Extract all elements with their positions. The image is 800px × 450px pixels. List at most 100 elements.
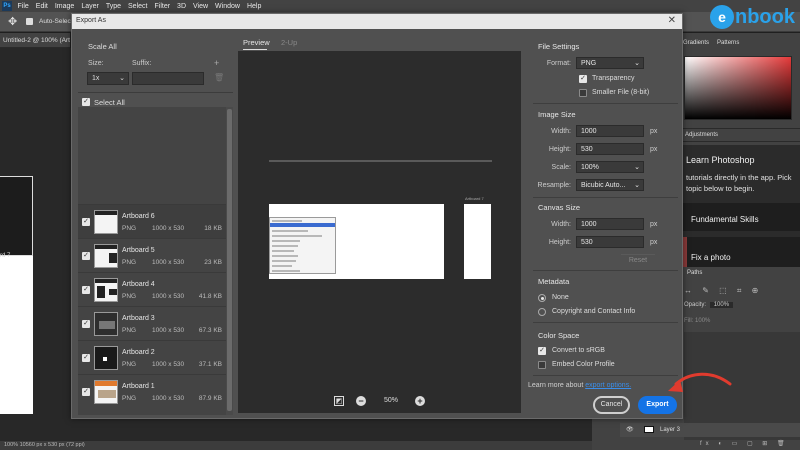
learn-more-text: Learn more about export options. [528,382,631,389]
convert-srgb-checkbox[interactable]: ✓ [538,347,546,355]
artboard-row[interactable]: ✓ Artboard 5 PNG 1000 x 530 23 KB [78,238,226,272]
artboard-checkbox[interactable]: ✓ [82,286,90,294]
photoshop-logo-icon: Ps [2,1,12,11]
settings-panel: File Settings Format: PNG ⌄ ✓ Transparen… [533,35,678,415]
move-tool-icon[interactable]: ✥ [8,16,20,28]
reset-button[interactable]: Reset [621,254,655,265]
menu-bar: Ps File Edit Image Layer Type Select Fil… [0,0,800,12]
artboard-row[interactable]: ✓ Artboard 4 PNG 1000 x 530 41.8 KB [78,272,226,306]
learn-panel: Learn Photoshop tutorials directly in th… [683,145,800,267]
artboard-row[interactable]: ✓ Artboard 6 PNG 1000 x 530 18 KB [78,204,226,238]
suffix-input[interactable] [132,72,204,85]
artboard-row[interactable]: ✓ Artboard 2 PNG 1000 x 530 37.1 KB [78,340,226,374]
canvas-width-label: Width: [551,221,571,228]
fit-to-view-icon[interactable]: ◩ [334,396,344,406]
menu-type[interactable]: Type [102,3,124,10]
artboard-name: Artboard 4 [122,281,155,288]
document-tab[interactable]: Untitled-2 @ 100% (Art [0,33,70,48]
learn-card-fix-photo[interactable]: Fix a photo [683,237,800,267]
menu-window[interactable]: Window [212,3,244,10]
export-options-link[interactable]: export options. [585,382,631,389]
smaller-file-checkbox[interactable] [579,89,587,97]
menu-filter[interactable]: Filter [151,3,174,10]
artboard-dimensions: 1000 x 530 [152,395,185,402]
tab-paths[interactable]: Paths [687,270,702,276]
metadata-none-radio[interactable] [538,294,546,302]
artboard-row[interactable]: ✓ Artboard 1 PNG 1000 x 530 87.9 KB [78,374,226,408]
width-input[interactable]: 1000 [576,125,644,137]
menu-select[interactable]: Select [125,3,151,10]
cancel-button[interactable]: Cancel [593,396,630,414]
preview-canvas[interactable]: Artboard 7 [238,51,521,413]
zoom-level: 50% [384,397,399,404]
brand-logo: e nbook [710,5,795,29]
tab-preview[interactable]: Preview [243,38,270,47]
export-button[interactable]: Export [638,396,677,414]
layer-tool-icons[interactable]: ↔ ✎ ⬚ ⌗ ⊕ [684,286,800,300]
divider [533,322,678,323]
artboard-name: Artboard 2 [122,349,155,356]
menu-edit[interactable]: Edit [32,3,51,10]
metadata-copyright-radio[interactable] [538,308,546,316]
preview-artboard-2 [464,204,491,279]
tab-2-up[interactable]: 2-Up [281,38,297,47]
panel-tabs: Gradients Patterns [683,40,739,46]
artboard-checkbox[interactable]: ✓ [82,320,90,328]
fill-label: Fill: [684,318,694,324]
size-label: Size: [88,60,104,67]
trash-icon[interactable]: 🗑 [214,73,224,82]
menu-help[interactable]: Help [243,3,264,10]
artboard-thumbnail [94,346,118,370]
resample-select[interactable]: Bicubic Auto... ⌄ [576,179,644,191]
layers-bottom-icons[interactable]: fx ◐ ▭ ▢ ⊞ 🗑 [700,440,800,450]
scrollbar-thumb[interactable] [227,109,232,411]
canvas-width-input[interactable]: 1000 [576,218,644,230]
color-picker-field[interactable] [684,56,792,120]
opacity-input[interactable]: 100% [709,302,734,308]
artboard-filesize: 18 KB [204,225,222,232]
embed-profile-label: Embed Color Profile [552,361,615,368]
menu-file[interactable]: File [14,3,32,10]
canvas-height-label: Height: [548,239,571,246]
artboard-thumbnail [94,210,118,234]
zoom-in-icon[interactable]: + [415,396,425,406]
artboard-dimensions: 1000 x 530 [152,327,185,334]
suffix-label: Suffix: [132,60,152,67]
auto-select-checkbox[interactable] [26,18,33,25]
fill-input[interactable]: 100% [695,318,710,324]
select-all-checkbox[interactable]: ✓ [82,98,90,106]
menu-layer[interactable]: Layer [78,3,103,10]
menu-view[interactable]: View [190,3,212,10]
add-scale-button[interactable]: + [214,58,219,68]
canvas-height-input[interactable]: 530 [576,236,644,248]
chevron-down-icon: ⌄ [119,75,125,82]
artboard-name: Artboard 1 [122,383,155,390]
menu-image[interactable]: Image [51,3,77,10]
artboard-checkbox[interactable]: ✓ [82,354,90,362]
layer-row[interactable]: 👁 Layer 3 [620,423,800,437]
close-icon[interactable]: ✕ [668,15,676,26]
zoom-out-icon[interactable]: − [356,396,366,406]
tab-gradients[interactable]: Gradients [683,40,709,46]
height-input[interactable]: 530 [576,143,644,155]
canvas-height-unit: px [650,239,658,246]
metadata-copyright-label: Copyright and Contact Info [552,308,636,315]
embed-profile-checkbox[interactable] [538,361,546,369]
format-select[interactable]: PNG ⌄ [576,57,644,69]
artboard-checkbox[interactable]: ✓ [82,218,90,226]
artboard-checkbox[interactable]: ✓ [82,388,90,396]
transparency-checkbox[interactable]: ✓ [579,75,587,83]
learn-card-fundamental[interactable]: Fundamental Skills [683,203,800,231]
image-size-title: Image Size [538,110,576,119]
resample-select-value: Bicubic Auto... [581,181,626,189]
layer-name: Layer 3 [660,427,681,434]
tab-patterns[interactable]: Patterns [717,40,739,46]
size-select[interactable]: 1x ⌄ [87,72,129,85]
menu-3d[interactable]: 3D [174,3,190,10]
tab-adjustments[interactable]: Adjustments [683,128,800,142]
artboard-row[interactable]: ✓ Artboard 3 PNG 1000 x 530 67.3 KB [78,306,226,340]
scale-select[interactable]: 100% ⌄ [576,161,644,173]
export-as-dialog: Export As ✕ Scale All Size: Suffix: + 1x… [71,13,683,419]
eye-icon[interactable]: 👁 [626,426,638,433]
artboard-checkbox[interactable]: ✓ [82,252,90,260]
